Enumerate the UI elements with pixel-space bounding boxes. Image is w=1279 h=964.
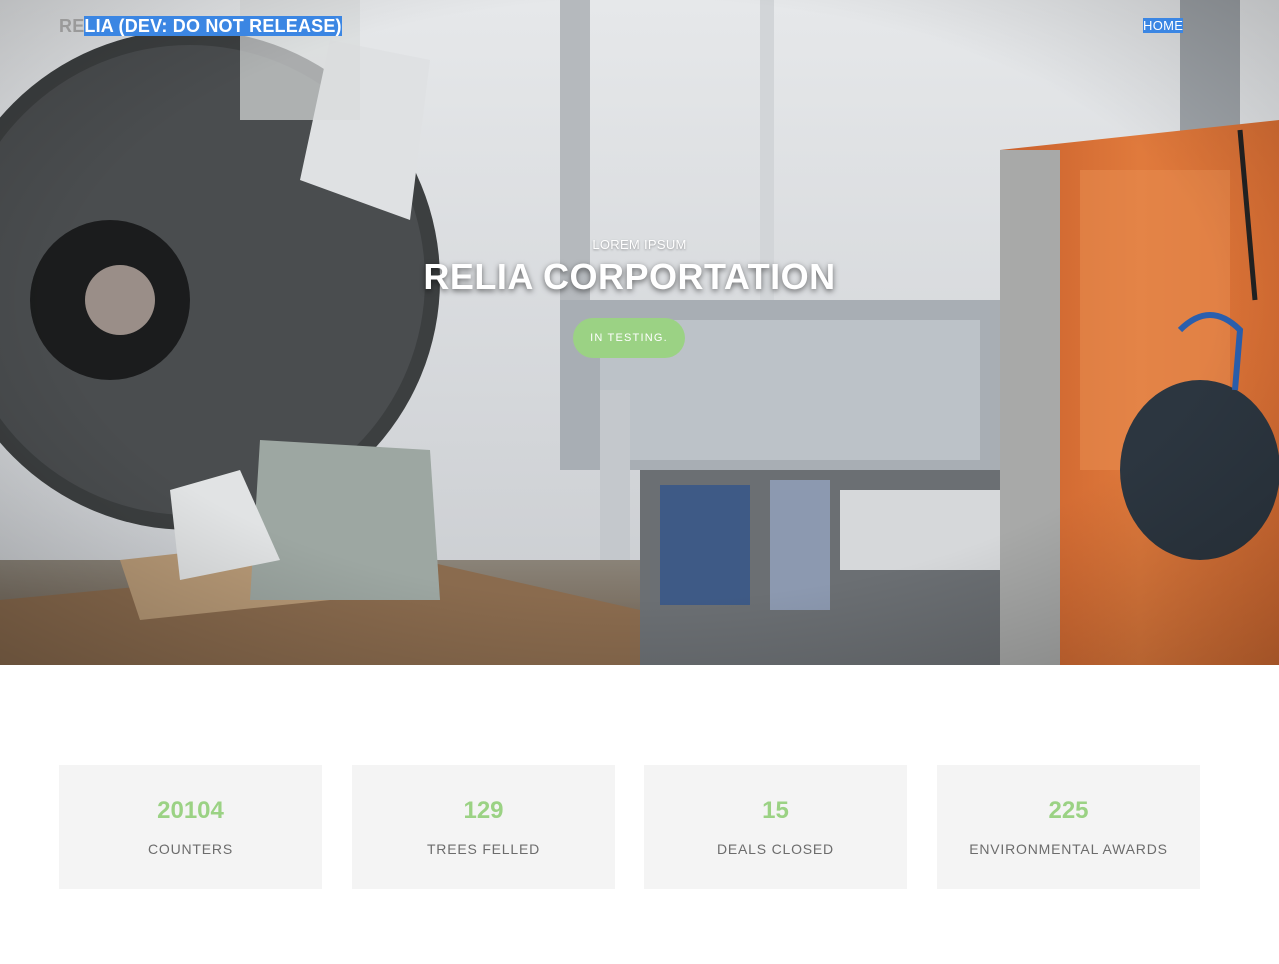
- counter-value: 20104: [157, 797, 224, 824]
- counter-value: 225: [1048, 797, 1089, 824]
- nav-link-home[interactable]: HOME: [1143, 18, 1184, 33]
- counter-label: TREES FELLED: [426, 841, 541, 857]
- counter-card: 225 ENVIRONMENTAL AWARDS: [937, 765, 1200, 889]
- hero-title: RELIA CORPORTATION: [423, 256, 836, 297]
- brand-selected-text: LIA (DEV: DO NOT RELEASE): [84, 16, 342, 36]
- in-testing-button[interactable]: IN TESTING.: [573, 318, 685, 358]
- counter-value: 129: [463, 797, 504, 824]
- hero-kicker: LOREM IPSUM: [592, 237, 687, 252]
- site-brand[interactable]: RELIA (DEV: DO NOT RELEASE): [59, 15, 342, 37]
- hero-section: RELIA (DEV: DO NOT RELEASE) HOME LOREM I…: [0, 0, 1279, 665]
- counter-label: DEALS CLOSED: [717, 841, 834, 857]
- counter-card: 15 DEALS CLOSED: [644, 765, 907, 889]
- counter-label: COUNTERS: [148, 841, 233, 857]
- counter-label: ENVIRONMENTAL AWARDS: [969, 841, 1168, 857]
- counter-card: 20104 COUNTERS: [59, 765, 322, 889]
- counter-card: 129 TREES FELLED: [352, 765, 615, 889]
- brand-prefix: RE: [59, 16, 85, 36]
- counter-value: 15: [762, 797, 789, 824]
